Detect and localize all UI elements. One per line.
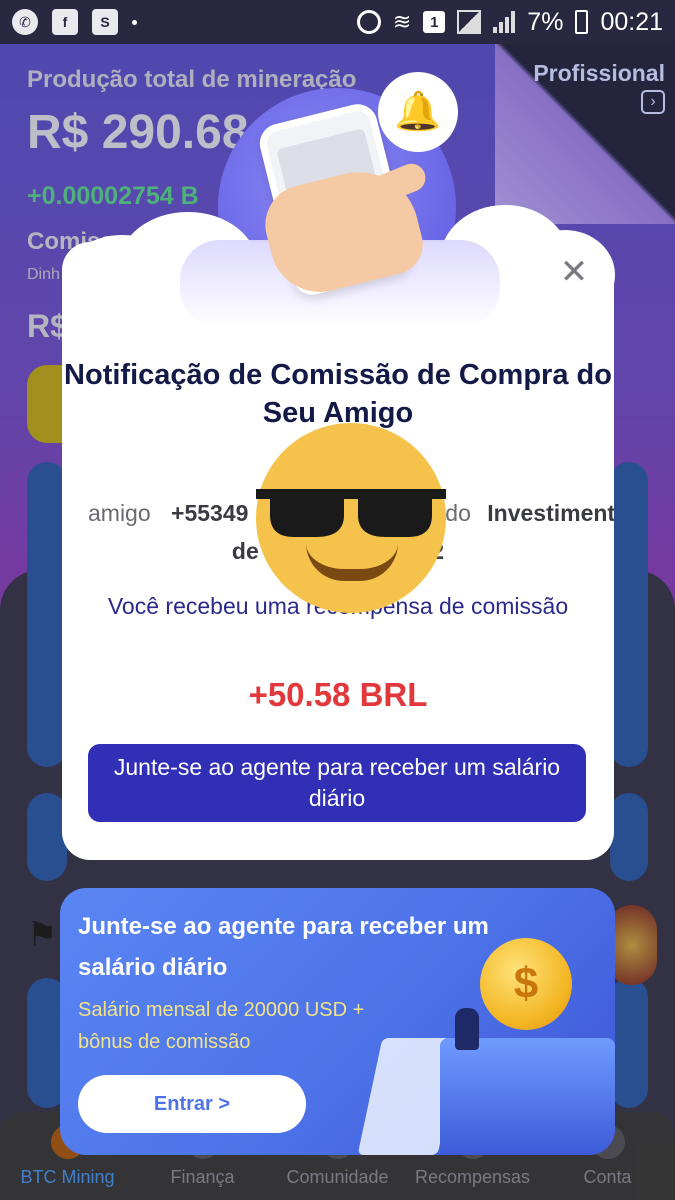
- notification-count: 1: [423, 11, 446, 33]
- modal-title: Notificação de Comissão de Compra do Seu…: [64, 359, 612, 429]
- signal-icon: [493, 11, 516, 33]
- whatsapp-icon: ✆: [12, 9, 38, 35]
- person-illustration: [455, 1008, 479, 1050]
- status-bar: ✆ f S ≋ 1 7% 00:21: [0, 0, 675, 44]
- wifi-icon: ≋: [392, 9, 412, 34]
- close-icon[interactable]: ✕: [556, 254, 592, 290]
- smile-shape: [306, 543, 398, 581]
- friend-prefix: amigo: [88, 500, 151, 526]
- steps-illustration: [440, 1038, 615, 1155]
- friend-phone: +55349: [171, 500, 249, 526]
- friend-product: Investiment: [487, 500, 614, 526]
- amount-value: +50.58: [248, 676, 351, 713]
- clock-time: 00:21: [600, 7, 663, 36]
- app-icon: S: [92, 9, 118, 35]
- battery-icon: [575, 10, 589, 34]
- sunglasses-icon: [256, 489, 446, 537]
- banner-title: Junte-se ao agente para receber um salár…: [78, 913, 489, 981]
- dollar-coin-icon: $: [480, 938, 572, 1030]
- amount-currency: BRL: [359, 676, 428, 713]
- bell-icon: 🔔: [394, 91, 442, 133]
- banner-subtitle: Salário mensal de 20000 USD + bônus de c…: [78, 999, 365, 1053]
- sunglasses-emoji-sticker: [256, 423, 446, 613]
- enter-button[interactable]: Entrar >: [78, 1075, 306, 1133]
- battery-percent: 7%: [527, 7, 564, 36]
- bell-bubble: 🔔: [378, 72, 458, 152]
- agent-banner[interactable]: Junte-se ao agente para receber um salár…: [60, 888, 615, 1155]
- join-agent-button[interactable]: Junte-se ao agente para receber um salár…: [88, 744, 586, 822]
- alarm-icon: [356, 10, 381, 34]
- commission-amount: +50.58 BRL: [62, 676, 614, 714]
- no-sim-icon: [457, 10, 482, 34]
- facebook-icon: f: [52, 9, 78, 35]
- notification-dot: [132, 19, 137, 25]
